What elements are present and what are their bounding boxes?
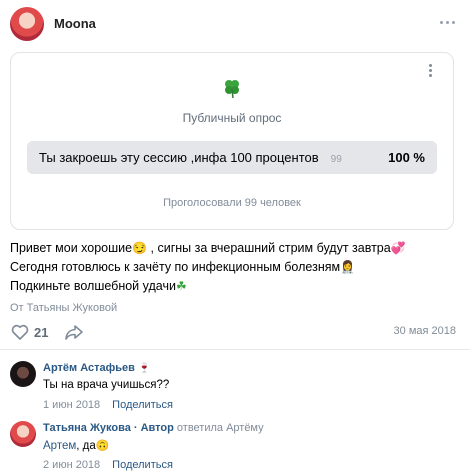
post-date[interactable]: 30 мая 2018 <box>394 325 456 337</box>
smiling-face-emoji-icon: 😏 <box>132 241 148 255</box>
upside-down-face-emoji-icon: 🙃 <box>95 440 110 452</box>
more-horizontal-icon[interactable] <box>438 16 456 30</box>
comment-author-name[interactable]: Артём Астафьев <box>43 362 135 374</box>
four-leaf-clover-icon <box>221 77 243 105</box>
share-button[interactable] <box>64 322 84 347</box>
post-actions: 21 30 мая 2018 <box>10 322 456 342</box>
post-text-part: Сегодня готовлюсь к зачёту по инфекционн… <box>10 260 341 274</box>
comment: Татьяна Жукова · Автор ответила Артёму А… <box>8 418 462 473</box>
comment-author: Татьяна Жукова · Автор ответила Артёму <box>43 422 264 434</box>
post-text-part: Привет мои хорошие <box>10 241 133 255</box>
post-header: Moona <box>8 4 462 44</box>
comment-text: Артем, да🙃 <box>43 439 109 452</box>
comment-share-button[interactable]: Поделиться <box>112 399 173 411</box>
comment-date[interactable]: 1 июн 2018 <box>43 399 100 411</box>
poll-option[interactable]: Ты закроешь эту сессию ,инфа 100 процент… <box>27 141 437 174</box>
poll-option-percent: 100 % <box>388 150 425 165</box>
comment-text: Ты на врача учишься?? <box>43 379 170 391</box>
comment-author-name[interactable]: Татьяна Жукова · Автор <box>43 422 174 434</box>
comment-text-body: , да <box>76 440 96 452</box>
poll-option-label: Ты закроешь эту сессию ,инфа 100 процент… <box>39 150 342 165</box>
comment: Артём Астафьев 🍷 Ты на врача учишься?? 1… <box>8 358 462 414</box>
poll-card: Публичный опрос Ты закроешь эту сессию ,… <box>10 52 454 230</box>
post-text-part: Подкиньте волшебной удачи <box>10 279 176 293</box>
comment-author[interactable]: Артём Астафьев 🍷 <box>43 362 150 374</box>
poll-option-votes: 99 <box>330 154 342 165</box>
post-author-name[interactable]: Moona <box>54 16 96 31</box>
comment-meta: 1 июн 2018 Поделиться <box>43 399 173 411</box>
commenter-avatar[interactable] <box>10 361 36 387</box>
comment-reply-to[interactable]: ответила Артёму <box>177 422 264 434</box>
comment-meta: 2 июн 2018 Поделиться <box>43 459 173 471</box>
post-text-line: Сегодня готовлюсь к зачёту по инфекционн… <box>10 258 460 277</box>
author-avatar[interactable] <box>10 7 44 41</box>
heart-icon <box>11 324 29 340</box>
doctor-emoji-icon: 👩‍⚕️ <box>340 260 356 274</box>
heart-emoji-icon: 💞 <box>390 241 406 255</box>
commenter-avatar[interactable] <box>10 421 36 447</box>
poll-voted-summary[interactable]: Проголосовали 99 человек <box>11 197 453 209</box>
divider <box>0 349 470 350</box>
comment-share-button[interactable]: Поделиться <box>112 459 173 471</box>
post-text-line: Подкиньте волшебной удачи☘ <box>10 277 460 296</box>
post-signer[interactable]: От Татьяны Жуковой <box>10 302 117 314</box>
post-text-line: Привет мои хорошие😏 , сигны за вчерашний… <box>10 239 460 258</box>
poll-more-vertical-icon[interactable] <box>427 63 435 79</box>
share-arrow-icon <box>65 325 83 340</box>
poll-title: Публичный опрос <box>182 111 282 125</box>
post-text: Привет мои хорошие😏 , сигны за вчерашний… <box>10 239 460 296</box>
post-text-part: , сигны за вчерашний стрим будут завтра <box>147 241 391 255</box>
comment-mention[interactable]: Артем <box>43 440 76 452</box>
poll-option-text: Ты закроешь эту сессию ,инфа 100 процент… <box>39 150 319 165</box>
like-count: 21 <box>34 325 49 340</box>
clover-emoji-icon: ☘ <box>175 279 187 293</box>
like-button[interactable]: 21 <box>10 322 48 342</box>
comment-date[interactable]: 2 июн 2018 <box>43 459 100 471</box>
wine-glass-emoji-icon: 🍷 <box>137 363 151 374</box>
